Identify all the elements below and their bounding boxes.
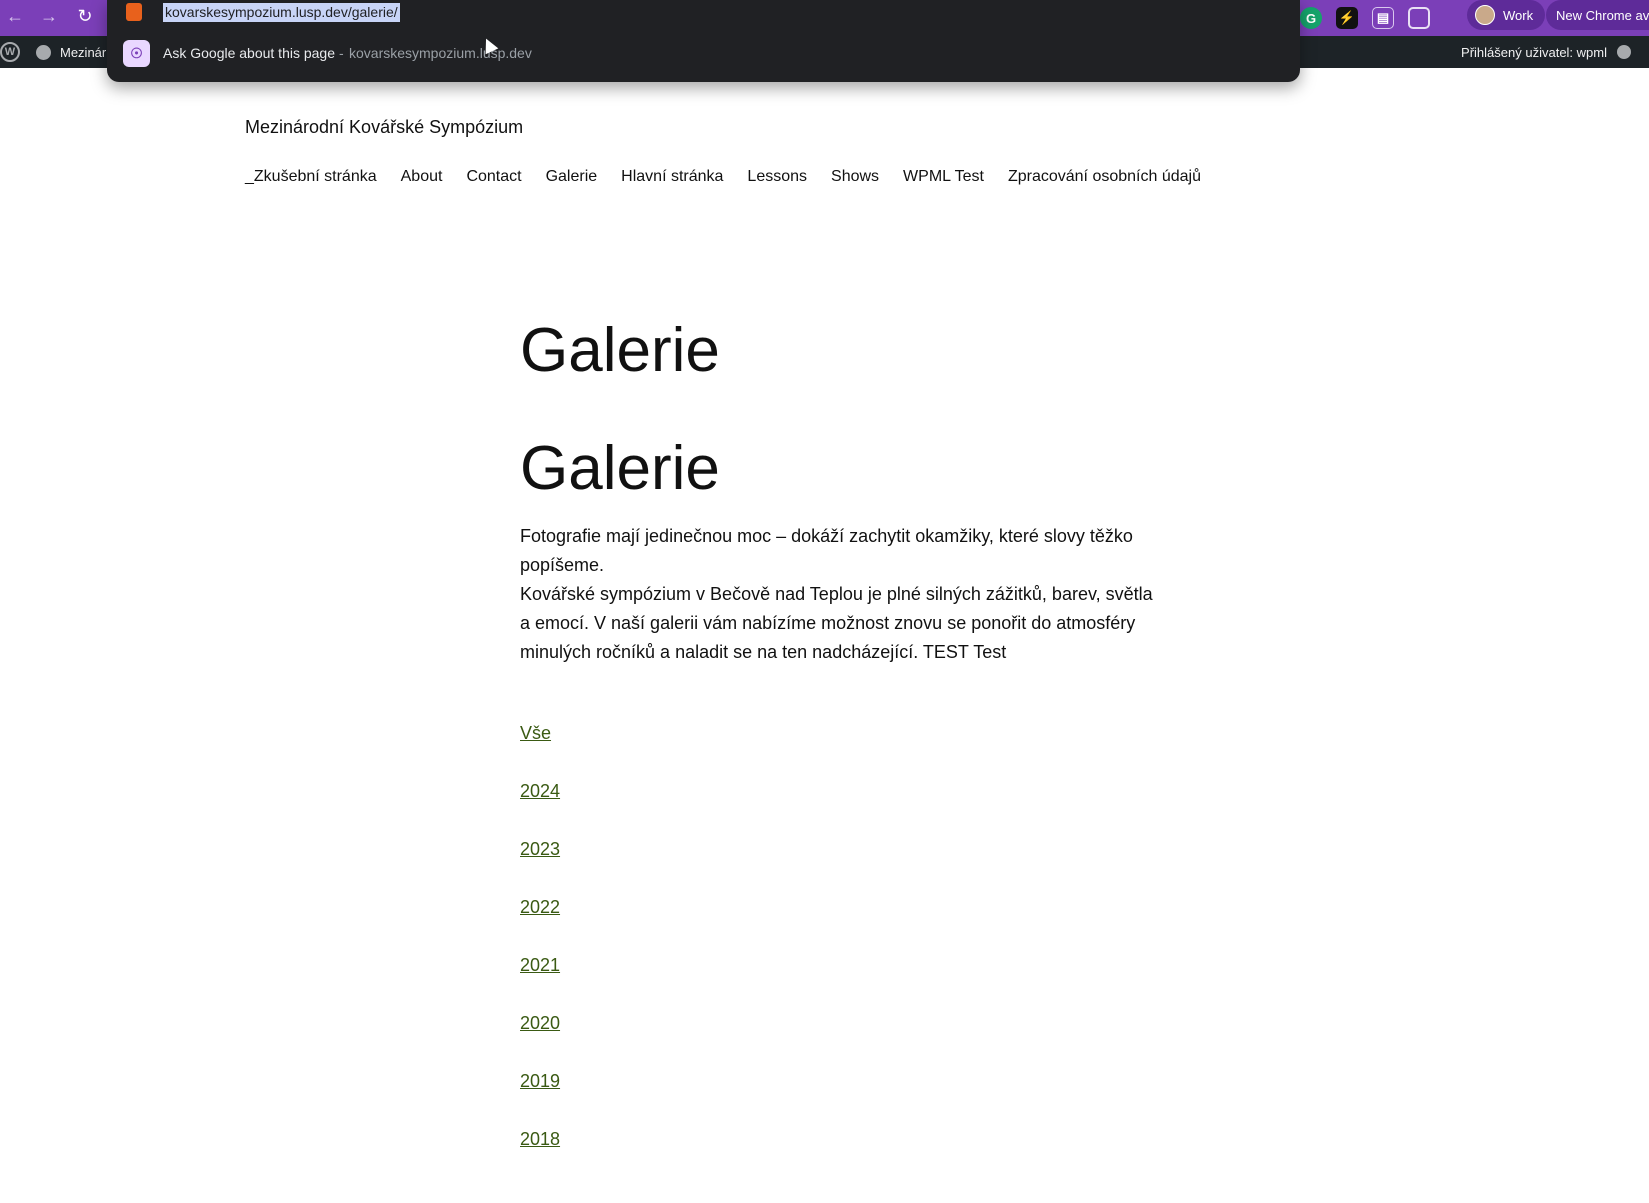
google-lens-icon: ☉ bbox=[123, 40, 150, 67]
nav-item-about[interactable]: About bbox=[401, 168, 443, 186]
address-bar-input[interactable]: kovarskesympozium.lusp.dev/galerie/ bbox=[163, 3, 400, 22]
nav-item-wpml-test[interactable]: WPML Test bbox=[903, 168, 984, 186]
user-icon bbox=[1617, 45, 1631, 59]
omnibox-dropdown: kovarskesympozium.lusp.dev/galerie/ ☉ As… bbox=[107, 0, 1300, 82]
wordpress-logo-icon[interactable]: W bbox=[0, 42, 20, 62]
nav-item-zpracovani-osobnich-udaju[interactable]: Zpracování osobních údajů bbox=[1008, 168, 1201, 186]
nav-item-lessons[interactable]: Lessons bbox=[747, 168, 807, 186]
avatar bbox=[1475, 5, 1495, 25]
suggestion-separator: - bbox=[339, 45, 344, 61]
nav-item-hlavni-stranka[interactable]: Hlavní stránka bbox=[621, 168, 723, 186]
wp-user-label: Přihlášený uživatel: wpml bbox=[1461, 44, 1607, 60]
dashboard-icon bbox=[36, 44, 51, 60]
gallery-link-2018[interactable]: 2018 bbox=[520, 1127, 560, 1185]
gallery-link-2019[interactable]: 2019 bbox=[520, 1069, 560, 1127]
bolt-extension-icon[interactable]: ⚡ bbox=[1336, 7, 1358, 29]
gallery-link-2020[interactable]: 2020 bbox=[520, 1011, 560, 1069]
suggestion-domain: kovarskesympozium.lusp.dev bbox=[349, 45, 532, 61]
intro-paragraph-1: Fotografie mají jedinečnou moc – dokáží … bbox=[520, 526, 1133, 575]
page-heading: Galerie bbox=[520, 434, 720, 503]
extensions-area: G ⚡ ▤ bbox=[1300, 0, 1444, 36]
gallery-year-links: Vše 2024 2023 2022 2021 2020 2019 2018 bbox=[520, 721, 560, 1185]
new-chrome-label: New Chrome ava bbox=[1556, 7, 1649, 23]
profile-label: Work bbox=[1503, 7, 1534, 23]
forward-icon[interactable]: → bbox=[34, 2, 64, 30]
site-favicon-icon bbox=[126, 3, 142, 21]
nav-item-shows[interactable]: Shows bbox=[831, 168, 879, 186]
omnibox-suggestion-ask-google[interactable]: ☉ Ask Google about this page - kovarskes… bbox=[107, 38, 1300, 70]
page-title: Galerie bbox=[520, 316, 720, 385]
main-navigation: _Zkušební stránka About Contact Galerie … bbox=[245, 168, 1225, 186]
reload-icon[interactable]: ↻ bbox=[70, 2, 100, 30]
wp-site-menu[interactable]: Mezinár bbox=[36, 36, 106, 68]
back-icon[interactable]: ← bbox=[0, 2, 30, 30]
grammarly-icon[interactable]: G bbox=[1300, 7, 1322, 29]
suggestion-label: Ask Google about this page bbox=[163, 45, 336, 61]
new-chrome-available-button[interactable]: New Chrome ava bbox=[1546, 0, 1649, 30]
gallery-link-2023[interactable]: 2023 bbox=[520, 837, 560, 895]
nav-item-contact[interactable]: Contact bbox=[466, 168, 521, 186]
extension-icon[interactable]: ▤ bbox=[1372, 7, 1394, 29]
gallery-link-all[interactable]: Vše bbox=[520, 721, 560, 779]
intro-text: Fotografie mají jedinečnou moc – dokáží … bbox=[520, 522, 1160, 667]
intro-paragraph-2: Kovářské sympózium v Bečově nad Teplou j… bbox=[520, 584, 1153, 662]
site-title[interactable]: Mezinárodní Kovářské Sympózium bbox=[245, 117, 523, 138]
nav-item-galerie[interactable]: Galerie bbox=[546, 168, 598, 186]
gallery-link-2022[interactable]: 2022 bbox=[520, 895, 560, 953]
wp-user-menu[interactable]: Přihlášený uživatel: wpml bbox=[1461, 36, 1631, 68]
puzzle-icon[interactable] bbox=[1408, 7, 1430, 29]
gallery-link-2021[interactable]: 2021 bbox=[520, 953, 560, 1011]
nav-item-zkusebni-stranka[interactable]: _Zkušební stránka bbox=[245, 168, 377, 186]
gallery-link-2024[interactable]: 2024 bbox=[520, 779, 560, 837]
profile-button[interactable]: Work bbox=[1467, 0, 1546, 30]
wp-site-label: Mezinár bbox=[60, 44, 107, 60]
